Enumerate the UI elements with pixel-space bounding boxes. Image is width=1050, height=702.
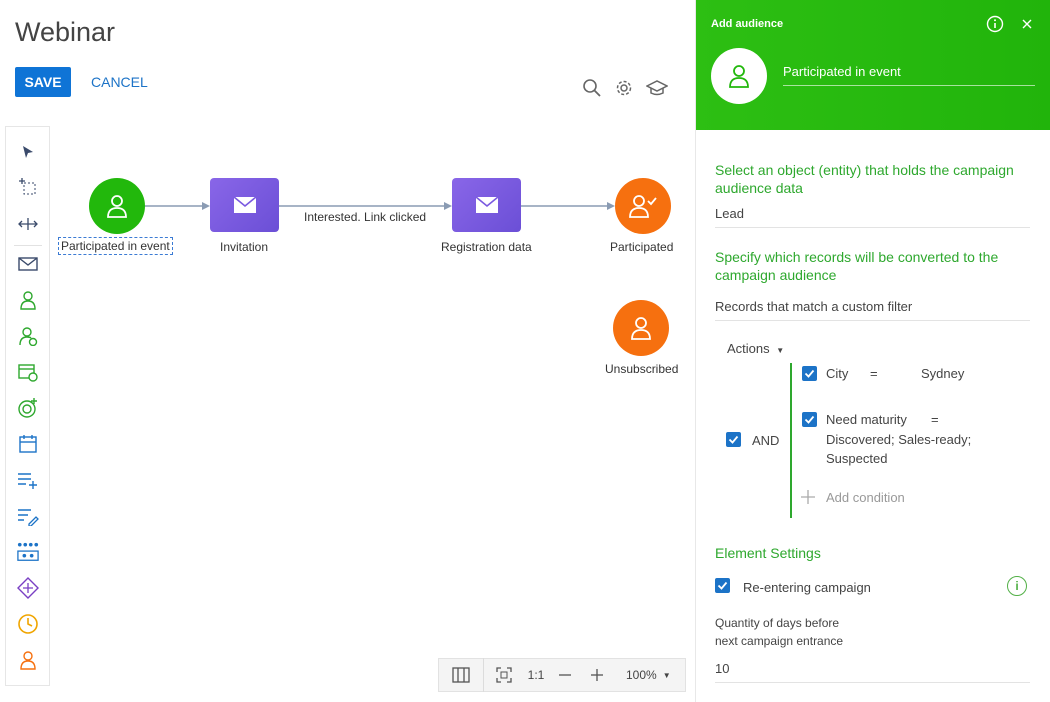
group-checkbox[interactable] [726,432,741,447]
reentering-label[interactable]: Re-entering campaign [743,580,871,595]
audience-icon [729,65,749,88]
cancel-button[interactable]: CANCEL [91,74,148,90]
node-label-invitation: Invitation [220,240,269,254]
top-icons [582,78,669,98]
process-icon[interactable] [17,541,39,563]
caret-down-icon: ▼ [776,346,785,355]
audience-check-icon [629,195,657,218]
condition-field[interactable]: Need maturity [826,412,907,427]
pointer-icon[interactable] [17,141,39,163]
condition-checkbox[interactable] [802,366,817,381]
graduation-cap-icon[interactable] [645,78,669,98]
edge-label: Interested. Link clicked [304,210,427,224]
close-icon[interactable] [1018,15,1036,33]
records-field[interactable]: Records that match a custom filter [715,299,1030,321]
zoom-ratio-button[interactable]: 1:1 [524,668,548,682]
panel-header-title: Add audience [711,18,784,30]
plus-icon [801,490,815,504]
select-area-icon[interactable] [17,176,39,198]
map-icon[interactable] [439,667,483,683]
condition-checkbox[interactable] [802,412,817,427]
object-section-title: Select an object (entity) that holds the… [715,162,1014,196]
add-audience-panel: Add audience Participated in event Selec… [695,0,1050,702]
audience-icon [107,195,127,218]
node-unsubscribed[interactable] [613,300,669,356]
add-condition-label: Add condition [826,489,905,505]
zoom-in-icon[interactable] [582,668,612,682]
process-canvas[interactable]: Participated in event Invitation Interes… [50,126,695,702]
gear-icon[interactable] [614,78,634,98]
days-label: next campaign entrance [715,634,844,648]
zoom-value[interactable]: 100% [626,668,657,682]
calendar-event-icon[interactable] [17,361,39,383]
days-input[interactable]: 10 [715,661,1030,683]
add-condition-button[interactable]: Add condition [800,489,905,505]
zoom-toolbar: 1:1 100% ▼ [438,658,686,692]
add-record-icon[interactable] [17,469,39,491]
condition-field[interactable]: City [826,366,848,381]
chevron-down-icon[interactable]: ▼ [663,671,671,680]
avatar [711,48,767,104]
node-label-unsubscribed: Unsubscribed [605,362,679,376]
condition-operator[interactable]: = [931,412,939,427]
and-label[interactable]: AND [752,433,779,448]
panel-header: Add audience Participated in event [696,0,1050,130]
zoom-out-icon[interactable] [548,668,582,682]
condition-value[interactable]: Sydney [921,366,964,381]
element-name-field[interactable]: Participated in event [783,64,1035,86]
condition-value-line[interactable]: Discovered; Sales-ready; [826,432,971,447]
node-invitation[interactable] [210,178,279,232]
days-label: Quantity of days before [715,616,840,630]
node-registration-data[interactable] [452,178,521,232]
email-icon[interactable] [17,253,39,275]
exit-audience-icon[interactable] [17,649,39,671]
reentering-checkbox[interactable] [715,578,730,593]
save-button[interactable]: SAVE [15,67,71,97]
info-icon[interactable] [986,15,1004,33]
node-label-participated: Participated [610,240,674,254]
audience-icon[interactable] [17,289,39,311]
split-icon[interactable] [17,577,39,599]
toolbox-divider [14,245,42,246]
timer-icon[interactable] [17,613,39,635]
condition-value-line[interactable]: Suspected [826,451,887,466]
actions-label: Actions [727,341,770,356]
filter-group-line [790,363,792,518]
email-icon [232,196,257,213]
records-section-title: Specify which records will be converted … [715,249,999,283]
move-icon[interactable] [17,213,39,235]
page-title: Webinar [15,17,116,47]
element-settings-title: Element Settings [715,545,821,561]
search-icon[interactable] [582,78,602,98]
fit-screen-icon[interactable] [484,667,524,683]
audience-icon [631,317,651,340]
node-label-participated-in-event[interactable]: Participated in event [58,237,173,255]
node-participated-in-event[interactable] [89,178,145,234]
node-label-registration-data: Registration data [441,240,532,254]
info-icon[interactable]: i [1007,576,1027,596]
object-field[interactable]: Lead [715,206,1030,228]
email-icon [474,196,499,213]
calendar-icon[interactable] [17,433,39,455]
node-participated[interactable] [615,178,671,234]
edit-record-icon[interactable] [17,505,39,527]
target-add-icon[interactable] [17,397,39,419]
audience-event-icon[interactable] [17,325,39,347]
element-toolbox [5,126,50,686]
actions-dropdown[interactable]: Actions ▼ [727,341,784,356]
condition-operator[interactable]: = [870,366,878,381]
